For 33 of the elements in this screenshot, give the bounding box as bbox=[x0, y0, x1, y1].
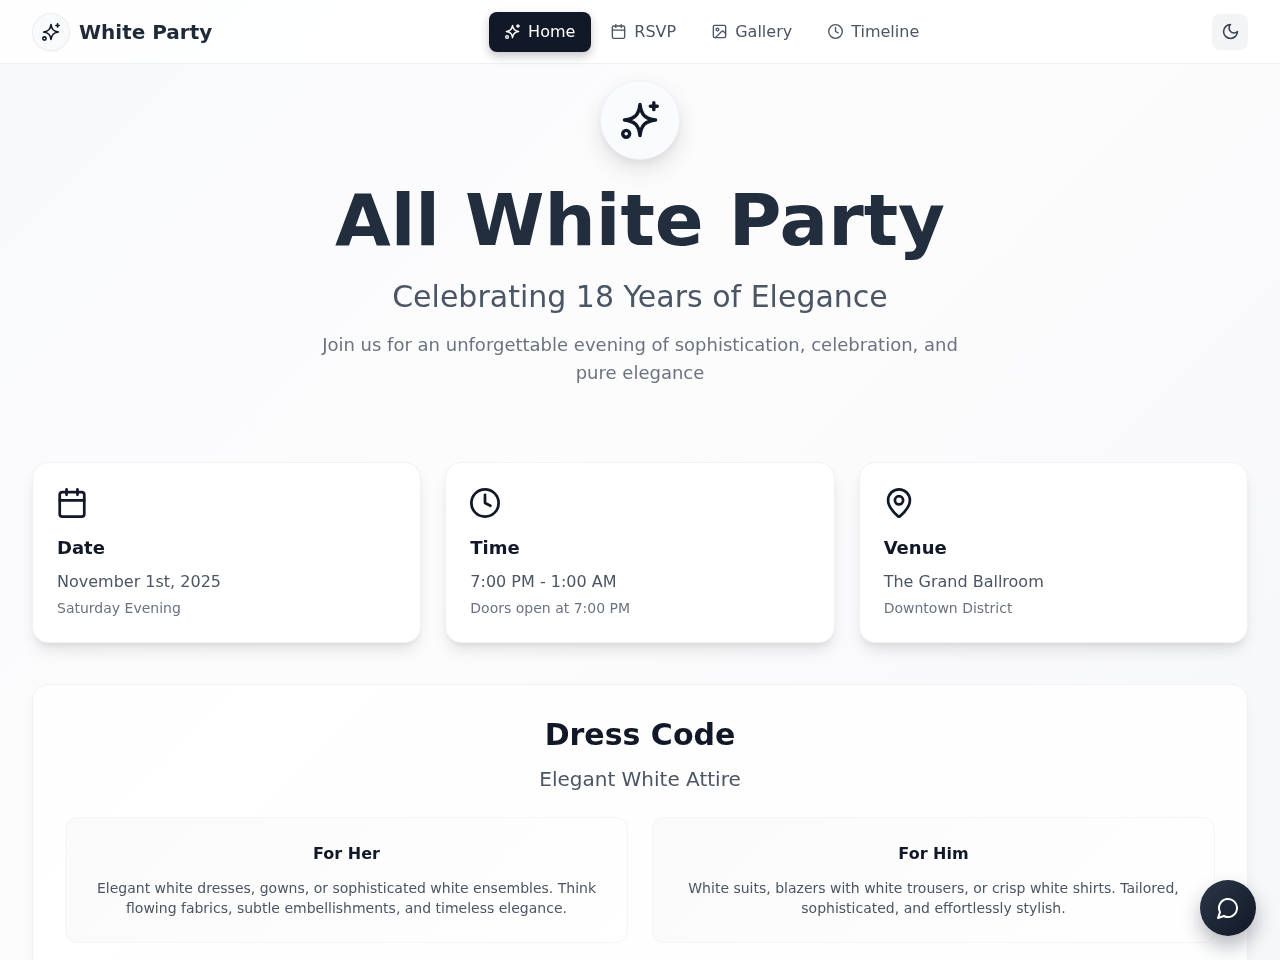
moon-icon bbox=[1221, 23, 1239, 40]
attire-description: Elegant white dresses, gowns, or sophisticated white ensembles. Think flowing fabrics, subtle embellishments, and timeless elegance. bbox=[95, 879, 598, 918]
card-note: Doors open at 7:00 PM bbox=[470, 599, 632, 618]
card-title: Date bbox=[57, 536, 106, 560]
nav-tab[interactable]: Gallery bbox=[696, 11, 809, 52]
card-value: The Grand Ballroom bbox=[883, 571, 1045, 593]
calendar-icon bbox=[57, 488, 87, 518]
card-title: Venue bbox=[883, 536, 948, 560]
card-title: Time bbox=[470, 536, 521, 560]
nav-tab[interactable]: Home bbox=[489, 11, 592, 52]
section-title: Dress Code bbox=[543, 717, 737, 753]
nav-tab[interactable]: Timeline bbox=[812, 11, 936, 52]
card-note: Downtown District bbox=[883, 599, 1014, 618]
section-subtitle: Elegant White Attire bbox=[538, 766, 742, 793]
attire-title: For Her bbox=[312, 843, 381, 865]
attire-description: White suits, blazers with white trousers, or crisp white shirts. Tailored, sophisticated, and effortlessly stylish. bbox=[687, 879, 1180, 918]
card-value: November 1st, 2025 bbox=[57, 571, 222, 593]
card-note: Saturday Evening bbox=[57, 599, 182, 618]
hero-description: Join us for an unforgettable evening of sophistication, celebration, and pure elegance bbox=[320, 333, 959, 385]
card-value: 7:00 PM - 1:00 AM bbox=[470, 571, 618, 593]
clock-icon bbox=[828, 24, 844, 39]
clock-icon bbox=[470, 488, 501, 518]
attire-title: For Him bbox=[897, 843, 970, 865]
brand-name: White Party bbox=[79, 18, 213, 46]
image-icon bbox=[712, 24, 728, 39]
theme-toggle-button[interactable] bbox=[1212, 13, 1248, 50]
sparkle-icon bbox=[32, 12, 70, 51]
calendar-icon bbox=[611, 24, 627, 39]
sparkle-icon bbox=[505, 24, 521, 39]
nav-tab[interactable]: RSVP bbox=[595, 11, 693, 52]
sparkle-icon bbox=[600, 80, 680, 160]
hero-subtitle: Celebrating 18 Years of Elegance bbox=[392, 279, 888, 315]
chat-bubble-icon bbox=[1217, 897, 1239, 919]
